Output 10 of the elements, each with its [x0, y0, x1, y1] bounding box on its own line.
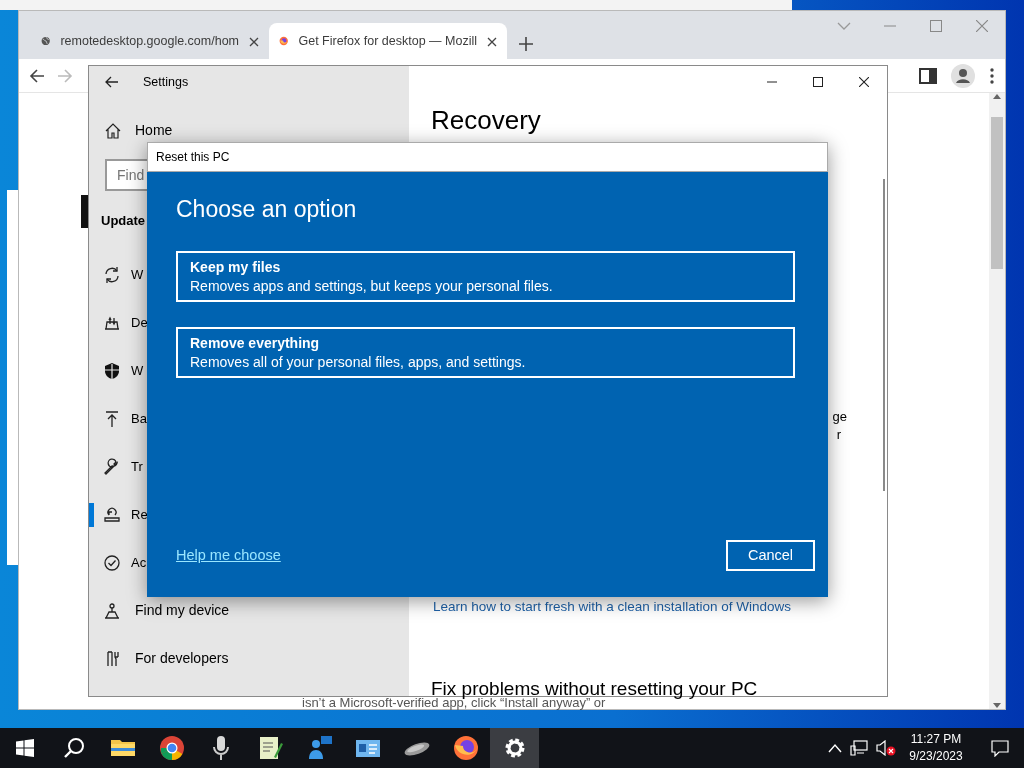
window-title: Settings: [143, 73, 189, 91]
tab-title: Get Firefox for desktop — Mozill: [298, 32, 477, 50]
section-heading: Fix problems without resetting your PC: [431, 678, 759, 699]
dialog-title: Reset this PC: [147, 142, 828, 172]
text-fragment: r: [836, 425, 841, 444]
text-fragment: ge: [832, 407, 847, 426]
page-heading: Recovery: [431, 106, 541, 135]
tab-title: remotedesktop.google.com/hom: [60, 32, 239, 50]
section-heading: Update: [101, 212, 146, 230]
dialog-heading: Choose an option: [176, 195, 358, 224]
